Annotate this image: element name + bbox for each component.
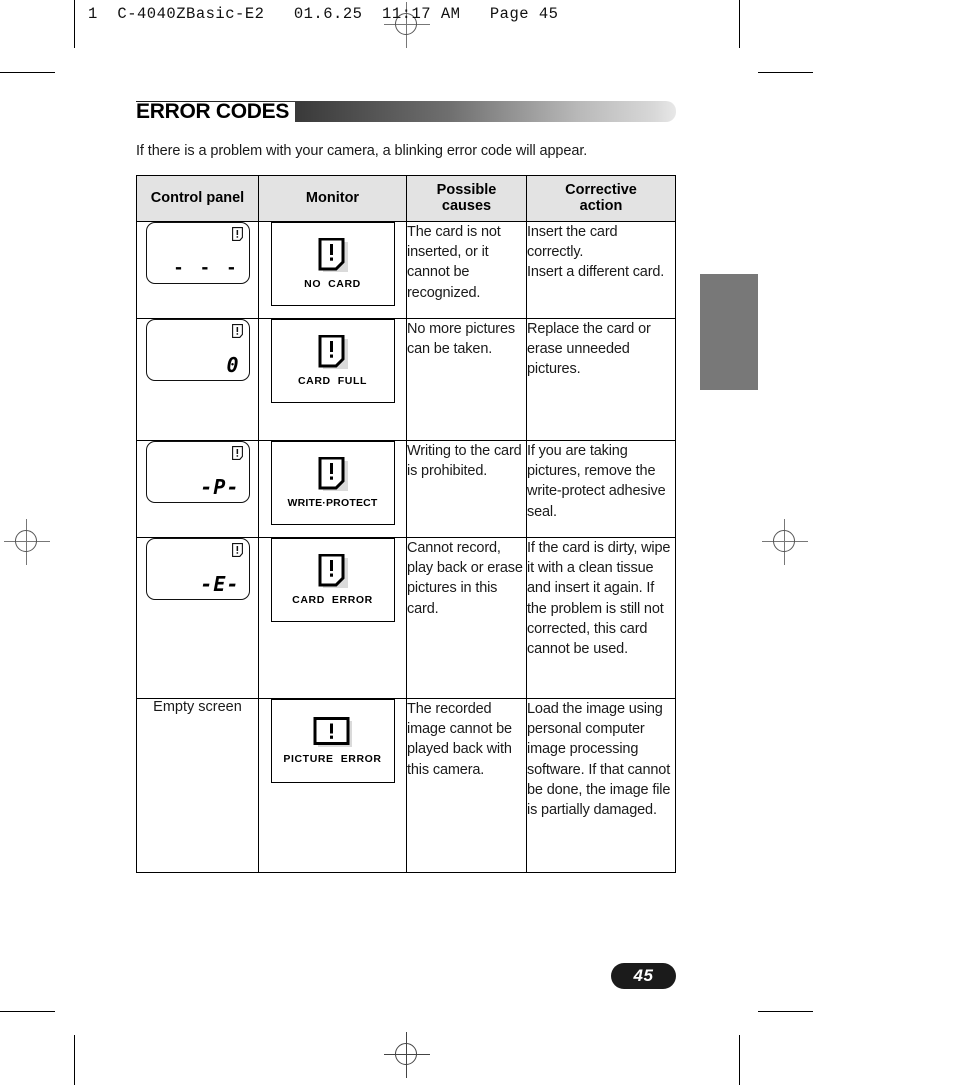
possible-cause-cell: Cannot record, play back or erase pictur… xyxy=(406,537,527,699)
column-header-possible-causes: Possible causes xyxy=(406,175,527,222)
crop-mark-bottom-left-horizontal xyxy=(0,1011,55,1012)
registration-mark-left xyxy=(4,519,50,565)
column-header-corrective-action-line1: Corrective xyxy=(565,182,637,198)
crop-mark-bottom-left-vertical xyxy=(74,1035,75,1085)
possible-cause-cell: The recorded image cannot be played back… xyxy=(406,698,527,873)
monitor-screen: CARD FULL xyxy=(270,319,395,403)
lcd-display-value: - - - xyxy=(173,258,240,278)
page-title: ERROR CODES xyxy=(136,101,296,122)
column-header-possible-causes-line1: Possible xyxy=(436,182,497,198)
lcd-control-panel: -E- xyxy=(145,538,250,600)
page-number-badge: 45 xyxy=(611,963,676,989)
crop-mark-top-left-vertical xyxy=(74,0,75,48)
monitor-screen: PICTURE ERROR xyxy=(270,699,395,783)
column-header-control-panel: Control panel xyxy=(136,175,259,222)
lcd-display-value: -E- xyxy=(200,572,240,596)
corrective-action-cell: If you are taking pictures, remove the w… xyxy=(526,440,676,538)
crop-mark-top-right-vertical xyxy=(739,0,740,48)
lcd-control-panel: -P- xyxy=(145,441,250,503)
control-panel-cell: - - - xyxy=(136,221,259,319)
column-header-monitor-label: Monitor xyxy=(305,190,360,206)
chapter-side-tab xyxy=(700,274,758,390)
monitor-cell: CARD ERROR xyxy=(258,537,407,699)
corrective-action-cell: Replace the card or erase unneeded pictu… xyxy=(526,318,676,441)
monitor-message-label: CARD FULL xyxy=(298,375,367,387)
memory-card-icon xyxy=(231,446,243,465)
possible-cause-cell: No more pictures can be taken. xyxy=(406,318,527,441)
corrective-action-cell: Load the image using personal computer i… xyxy=(526,698,676,873)
column-header-possible-causes-line2: causes xyxy=(441,198,492,214)
memory-card-icon xyxy=(318,456,348,493)
corrective-action-cell: Insert the card correctly. Insert a diff… xyxy=(526,221,676,319)
monitor-message-label: NO CARD xyxy=(304,278,361,290)
table-header-row: Control panel Monitor Possible causes Co… xyxy=(136,175,676,222)
crop-mark-bottom-right-vertical xyxy=(739,1035,740,1085)
intro-paragraph: If there is a problem with your camera, … xyxy=(136,143,588,159)
crop-mark-top-left-horizontal xyxy=(0,72,55,73)
possible-cause-cell: Writing to the card is prohibited. xyxy=(406,440,527,538)
table-row: Empty screen PICTURE ERROR The recorded … xyxy=(136,698,676,873)
lcd-control-panel: 0 xyxy=(145,319,250,381)
monitor-screen: CARD ERROR xyxy=(270,538,395,622)
memory-card-icon xyxy=(318,237,348,274)
crop-mark-bottom-right-horizontal xyxy=(758,1011,813,1012)
registration-mark-bottom xyxy=(384,1032,430,1078)
table-row: 0 CARD FULL No more pictures can be take… xyxy=(136,318,676,441)
monitor-message-label: WRITE·PROTECT xyxy=(287,497,378,509)
monitor-cell: PICTURE ERROR xyxy=(258,698,407,873)
corrective-action-cell: If the card is dirty, wipe it with a cle… xyxy=(526,537,676,699)
registration-mark-right xyxy=(762,519,808,565)
memory-card-icon xyxy=(318,553,348,590)
picture-error-icon xyxy=(313,717,353,749)
monitor-message-label: CARD ERROR xyxy=(292,594,373,606)
memory-card-icon xyxy=(318,334,348,371)
print-slug-line: 1 C-4040ZBasic-E2 01.6.25 11:17 AM Page … xyxy=(88,5,559,23)
crop-mark-top-right-horizontal xyxy=(758,72,813,73)
control-panel-cell: -P- xyxy=(136,440,259,538)
monitor-cell: NO CARD xyxy=(258,221,407,319)
memory-card-icon xyxy=(231,324,243,343)
column-header-corrective-action: Corrective action xyxy=(526,175,676,222)
table-row: -E- CARD ERROR Cannot record, play back … xyxy=(136,537,676,699)
page-number-value: 45 xyxy=(633,966,654,985)
monitor-cell: CARD FULL xyxy=(258,318,407,441)
memory-card-icon xyxy=(231,543,243,562)
error-codes-table: Control panel Monitor Possible causes Co… xyxy=(136,175,676,873)
lcd-display-value: 0 xyxy=(226,353,240,377)
table-row: - - - NO CARD The card is not inserted, … xyxy=(136,221,676,319)
possible-cause-cell: The card is not inserted, or it cannot b… xyxy=(406,221,527,319)
monitor-cell: WRITE·PROTECT xyxy=(258,440,407,538)
control-panel-cell: -E- xyxy=(136,537,259,699)
control-panel-cell: 0 xyxy=(136,318,259,441)
column-header-corrective-action-line2: action xyxy=(579,198,623,214)
monitor-screen: NO CARD xyxy=(270,222,395,306)
monitor-screen: WRITE·PROTECT xyxy=(270,441,395,525)
memory-card-icon xyxy=(231,227,243,246)
control-panel-cell: Empty screen xyxy=(136,698,259,873)
lcd-control-panel: - - - xyxy=(145,222,250,284)
table-row: -P- WRITE·PROTECT Writing to the card is… xyxy=(136,440,676,538)
column-header-monitor: Monitor xyxy=(258,175,407,222)
column-header-control-panel-label: Control panel xyxy=(150,190,245,206)
lcd-display-value: -P- xyxy=(200,475,240,499)
monitor-message-label: PICTURE ERROR xyxy=(283,753,382,765)
